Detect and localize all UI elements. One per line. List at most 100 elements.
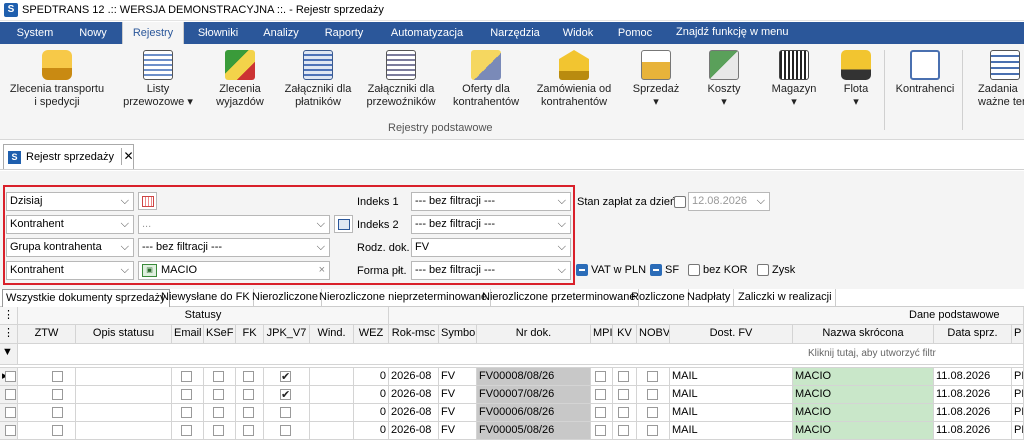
col-fk[interactable]: FK [236, 325, 264, 344]
ribbon-warehouse-button[interactable]: Magazyn ▾ [762, 48, 826, 109]
ksef-checkbox[interactable] [213, 425, 224, 436]
ribbon-costs-button[interactable]: Koszty ▾ [696, 48, 752, 109]
mpi-checkbox[interactable] [595, 407, 606, 418]
filter-row[interactable]: Kliknij tutaj, aby utworzyć filtr [18, 344, 1024, 365]
mpi-checkbox[interactable] [595, 389, 606, 400]
ztw-checkbox[interactable] [52, 371, 63, 382]
cell-doc-number[interactable]: FV00008/08/26 [477, 368, 591, 386]
menu-nowy[interactable]: Nowy [70, 22, 116, 44]
col-mpi[interactable]: MPI [591, 325, 613, 344]
ztw-checkbox[interactable] [52, 389, 63, 400]
nobv-checkbox[interactable] [647, 425, 658, 436]
row-selector[interactable] [0, 404, 18, 422]
menu-slowniki[interactable]: Słowniki [190, 22, 246, 44]
menu-narzedzia[interactable]: Narzędzia [482, 22, 548, 44]
bez-kor-checkbox[interactable] [688, 264, 700, 276]
kv-checkbox[interactable] [618, 425, 629, 436]
row-checkbox[interactable] [5, 425, 16, 436]
fk-checkbox[interactable] [243, 425, 254, 436]
col-short-name[interactable]: Nazwa skrócona [793, 325, 934, 344]
menu-automatyzacja[interactable]: Automatyzacja [382, 22, 472, 44]
cell-doc-number[interactable]: FV00006/08/26 [477, 404, 591, 422]
col-sale-date[interactable]: Data sprz. [934, 325, 1012, 344]
tab-unsettled[interactable]: Nierozliczone [249, 289, 323, 307]
tab-settled[interactable]: Rozliczone [628, 289, 689, 307]
col-status-desc[interactable]: Opis statusu [76, 325, 172, 344]
row-selector[interactable] [0, 386, 18, 404]
ztw-checkbox[interactable] [52, 407, 63, 418]
col-email[interactable]: Email [172, 325, 204, 344]
menu-rejestry[interactable]: Rejestry [122, 22, 184, 44]
col-doc-number[interactable]: Nr dok. [477, 325, 591, 344]
cell-doc-number[interactable]: FV00005/08/26 [477, 422, 591, 440]
tab-sales-register[interactable]: S Rejestr sprzedaży ✕ [3, 144, 134, 169]
tab-all-sales-docs[interactable]: Wszystkie dokumenty sprzedaży [2, 289, 170, 307]
ribbon-departure-orders-button[interactable]: Zlecenia wyjazdów [208, 48, 272, 109]
ribbon-tasks-button[interactable]: Zadania ważne term [966, 48, 1024, 109]
menu-widok[interactable]: Widok [556, 22, 600, 44]
col-ksef[interactable]: KSeF [204, 325, 236, 344]
ribbon-transport-orders-button[interactable]: Zlecenia transportu i spedycji [4, 48, 110, 109]
row-selector[interactable] [0, 422, 18, 440]
tab-not-sent-fk[interactable]: Niewysłane do FK [158, 289, 254, 307]
ribbon-carrier-attachments-button[interactable]: Załączniki dla przewoźników [362, 48, 440, 109]
email-checkbox[interactable] [181, 371, 192, 382]
jpk-v7-checkbox[interactable] [280, 369, 291, 385]
ribbon-orders-button[interactable]: Zamówienia od kontrahentów [532, 48, 616, 109]
close-icon[interactable]: ✕ [121, 148, 135, 165]
ztw-checkbox[interactable] [52, 425, 63, 436]
jpk-v7-checkbox[interactable] [280, 387, 291, 403]
jpk-v7-checkbox[interactable] [280, 425, 291, 436]
function-search[interactable]: Znajdź funkcję w menu [676, 22, 789, 44]
cell-doc-number[interactable]: FV00007/08/26 [477, 386, 591, 404]
col-jpk-v7[interactable]: JPK_V7 [264, 325, 310, 344]
tab-overpayments[interactable]: Nadpłaty [684, 289, 735, 307]
vat-pln-checkbox[interactable] [576, 264, 588, 276]
email-checkbox[interactable] [181, 425, 192, 436]
ribbon-offers-button[interactable]: Oferty dla kontrahentów [448, 48, 524, 109]
row-selector[interactable]: ▸ [0, 368, 18, 386]
ribbon-contractors-button[interactable]: Kontrahenci [892, 48, 958, 96]
row-checkbox[interactable] [5, 371, 16, 382]
ribbon-fleet-button[interactable]: Flota ▾ [832, 48, 880, 109]
col-nobv[interactable]: NOBV [637, 325, 670, 344]
tab-unsettled-not-overdue[interactable]: Nierozliczone nieprzeterminowane [316, 289, 492, 307]
sf-checkbox[interactable] [650, 264, 662, 276]
mpi-checkbox[interactable] [595, 371, 606, 382]
menu-raporty[interactable]: Raporty [318, 22, 370, 44]
jpk-v7-checkbox[interactable] [280, 407, 291, 418]
kv-checkbox[interactable] [618, 389, 629, 400]
col-symbol[interactable]: Symbo [439, 325, 477, 344]
fk-checkbox[interactable] [243, 371, 254, 382]
ribbon-payer-attachments-button[interactable]: Załączniki dla płatników [280, 48, 356, 109]
col-p[interactable]: P [1012, 325, 1024, 344]
fk-checkbox[interactable] [243, 389, 254, 400]
row-checkbox[interactable] [5, 389, 16, 400]
column-chooser-icon[interactable]: ⋮ [0, 307, 18, 325]
menu-system[interactable]: System [8, 22, 62, 44]
tab-advances[interactable]: Zaliczki w realizacji [735, 289, 836, 307]
email-checkbox[interactable] [181, 407, 192, 418]
filter-icon[interactable]: ▼ [0, 344, 18, 365]
menu-pomoc[interactable]: Pomoc [612, 22, 658, 44]
fk-checkbox[interactable] [243, 407, 254, 418]
payment-state-checkbox[interactable] [674, 196, 686, 208]
ribbon-sales-button[interactable]: Sprzedaż ▾ [628, 48, 684, 109]
menu-analizy[interactable]: Analizy [256, 22, 306, 44]
nobv-checkbox[interactable] [647, 389, 658, 400]
row-checkbox[interactable] [5, 407, 16, 418]
col-wind[interactable]: Wind. [310, 325, 354, 344]
mpi-checkbox[interactable] [595, 425, 606, 436]
payment-state-date[interactable]: 12.08.2026 ⌵ [688, 192, 770, 211]
ksef-checkbox[interactable] [213, 371, 224, 382]
tab-unsettled-overdue[interactable]: Nierozliczone przeterminowane [479, 289, 640, 307]
ribbon-waybills-button[interactable]: Listy przewozowe ▾ [118, 48, 198, 109]
nobv-checkbox[interactable] [647, 371, 658, 382]
col-delivery-fv[interactable]: Dost. FV [670, 325, 793, 344]
col-wez[interactable]: WEZ [354, 325, 389, 344]
zysk-checkbox[interactable] [757, 264, 769, 276]
ksef-checkbox[interactable] [213, 407, 224, 418]
col-kv[interactable]: KV [613, 325, 637, 344]
col-ztw[interactable]: ZTW [18, 325, 76, 344]
row-menu-icon[interactable]: ⋮ [0, 325, 18, 344]
